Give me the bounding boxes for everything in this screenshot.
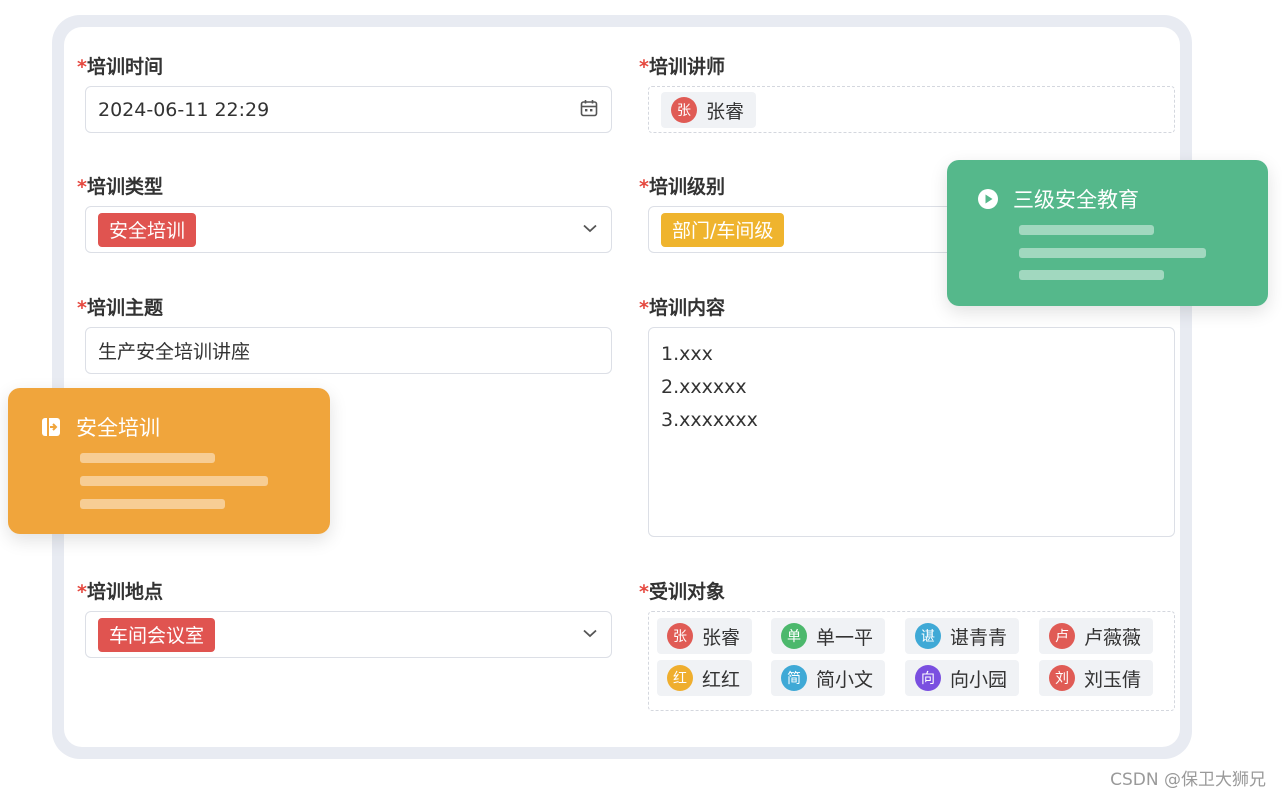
required-mark: * <box>77 56 87 78</box>
required-mark: * <box>639 176 649 198</box>
placeholder-bar <box>1019 270 1164 280</box>
label-text: 培训时间 <box>86 56 163 78</box>
trainees-select[interactable]: 张 张睿 单 单一平 谌 谌青青 卢 卢薇薇 红 红红 简 简小文 向 向小园 … <box>648 611 1175 711</box>
trainee-chip[interactable]: 简 简小文 <box>771 660 886 696</box>
avatar: 卢 <box>1049 623 1075 649</box>
placeholder-bar <box>80 476 268 486</box>
trainee-name: 红红 <box>702 668 741 691</box>
content-line: 1.xxx <box>661 343 713 365</box>
trainee-name: 简小文 <box>816 668 874 691</box>
avatar: 张 <box>671 97 697 123</box>
topic-label: *培训主题 <box>77 293 163 320</box>
trainee-chip[interactable]: 谌 谌青青 <box>905 618 1020 654</box>
label-text: 培训讲师 <box>648 56 725 78</box>
trainee-chip[interactable]: 张 张睿 <box>657 618 753 654</box>
trainer-name: 张睿 <box>706 100 745 123</box>
play-circle-icon <box>977 188 999 210</box>
training-time-value: 2024-06-11 22:29 <box>98 98 270 121</box>
required-mark: * <box>77 581 87 603</box>
label-text: 培训级别 <box>648 176 725 198</box>
avatar: 单 <box>781 623 807 649</box>
avatar: 简 <box>781 665 807 691</box>
trainer-select[interactable]: 张 张睿 <box>648 86 1175 133</box>
placeholder-bar <box>1019 248 1206 258</box>
location-label: *培训地点 <box>77 577 163 604</box>
chevron-down-icon[interactable] <box>581 219 599 241</box>
required-mark: * <box>77 176 87 198</box>
content-line: 3.xxxxxxx <box>661 409 758 431</box>
trainer-label: *培训讲师 <box>639 52 725 79</box>
label-text: 培训内容 <box>648 297 725 319</box>
avatar: 红 <box>667 665 693 691</box>
avatar: 向 <box>915 665 941 691</box>
location-tag: 车间会议室 <box>98 617 216 652</box>
login-icon <box>40 416 62 438</box>
green-card-title: 三级安全教育 <box>977 184 1139 214</box>
chevron-down-icon[interactable] <box>581 624 599 646</box>
trainee-name: 单一平 <box>816 626 874 649</box>
label-text: 培训地点 <box>86 581 163 603</box>
trainee-chip[interactable]: 刘 刘玉倩 <box>1039 660 1154 696</box>
trainee-name: 卢薇薇 <box>1084 626 1142 649</box>
location-select[interactable]: 车间会议室 <box>85 611 612 658</box>
training-level-tag: 部门/车间级 <box>661 212 785 247</box>
training-type-label: *培训类型 <box>77 172 163 199</box>
content-textarea[interactable]: 1.xxx 2.xxxxxx 3.xxxxxxx <box>648 327 1175 537</box>
trainee-name: 刘玉倩 <box>1084 668 1142 691</box>
label-text: 培训主题 <box>86 297 163 319</box>
training-time-input[interactable]: 2024-06-11 22:29 <box>85 86 612 133</box>
trainee-name: 谌青青 <box>950 626 1008 649</box>
topic-value: 生产安全培训讲座 <box>98 341 251 363</box>
trainees-label: *受训对象 <box>639 577 725 604</box>
training-type-tag: 安全培训 <box>98 212 197 247</box>
required-mark: * <box>77 297 87 319</box>
avatar: 刘 <box>1049 665 1075 691</box>
trainee-chip[interactable]: 红 红红 <box>657 660 753 696</box>
content-line: 2.xxxxxx <box>661 376 747 398</box>
avatar: 张 <box>667 623 693 649</box>
green-card-title-text: 三级安全教育 <box>1013 188 1139 212</box>
training-time-label: *培训时间 <box>77 52 163 79</box>
calendar-icon[interactable] <box>579 98 599 122</box>
placeholder-bar <box>80 453 215 463</box>
orange-card-title-text: 安全培训 <box>76 416 160 440</box>
trainee-chip[interactable]: 单 单一平 <box>771 618 886 654</box>
placeholder-bar <box>1019 225 1154 235</box>
topic-input[interactable]: 生产安全培训讲座 <box>85 327 612 374</box>
orange-card-title: 安全培训 <box>40 412 160 442</box>
trainee-name: 向小园 <box>950 668 1008 691</box>
content-label: *培训内容 <box>639 293 725 320</box>
label-text: 受训对象 <box>648 581 725 603</box>
label-text: 培训类型 <box>86 176 163 198</box>
trainer-chip[interactable]: 张 张睿 <box>661 92 757 128</box>
trainee-name: 张睿 <box>702 626 741 649</box>
trainee-chip[interactable]: 卢 卢薇薇 <box>1039 618 1154 654</box>
placeholder-bar <box>80 499 225 509</box>
required-mark: * <box>639 581 649 603</box>
green-info-card: 三级安全教育 <box>947 160 1268 306</box>
avatar: 谌 <box>915 623 941 649</box>
required-mark: * <box>639 297 649 319</box>
training-level-label: *培训级别 <box>639 172 725 199</box>
orange-info-card: 安全培训 <box>8 388 330 534</box>
watermark: CSDN @保卫大狮兄 <box>1110 770 1266 790</box>
trainee-chip[interactable]: 向 向小园 <box>905 660 1020 696</box>
required-mark: * <box>639 56 649 78</box>
training-type-select[interactable]: 安全培训 <box>85 206 612 253</box>
